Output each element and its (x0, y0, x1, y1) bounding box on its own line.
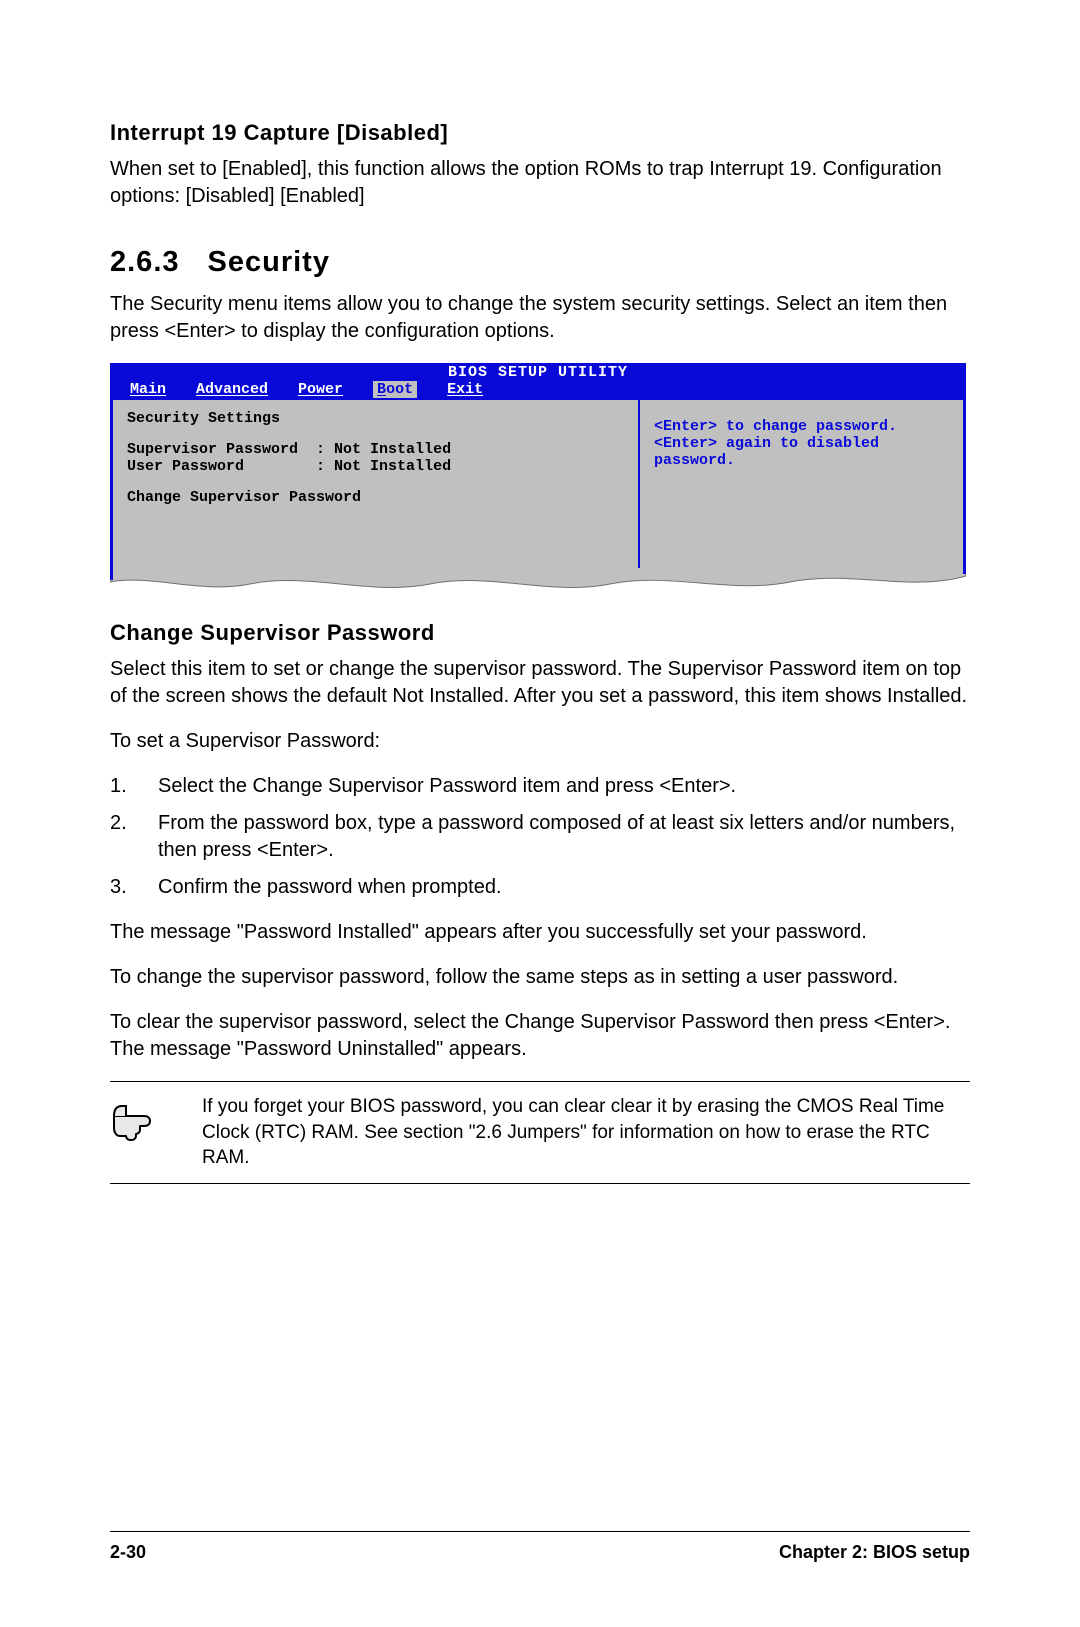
interrupt-heading: Interrupt 19 Capture [Disabled] (110, 120, 970, 146)
section-heading: 2.6.3 Security (110, 246, 970, 279)
page-number: 2-30 (110, 1542, 146, 1563)
note-callout: If you forget your BIOS password, you ca… (110, 1081, 970, 1184)
change-pw-p3: The message "Password Installed" appears… (110, 919, 970, 946)
bios-tab-boot: Boot (373, 381, 417, 398)
bios-screenshot: BIOS SETUP UTILITY Main Advanced Power B… (110, 363, 966, 568)
change-pw-p1: Select this item to set or change the su… (110, 656, 970, 710)
change-pw-p4: To change the supervisor password, follo… (110, 964, 970, 991)
bios-tab-main: Main (130, 381, 166, 398)
section-number: 2.6.3 (110, 246, 180, 279)
steps-list: 1.Select the Change Supervisor Password … (110, 773, 970, 901)
chapter-label: Chapter 2: BIOS setup (779, 1542, 970, 1563)
change-pw-heading: Change Supervisor Password (110, 620, 970, 646)
bios-tab-power: Power (298, 381, 343, 398)
bios-title: BIOS SETUP UTILITY (110, 363, 966, 381)
bios-panel-title: Security Settings (127, 410, 624, 427)
change-pw-p5: To clear the supervisor password, select… (110, 1009, 970, 1063)
step-1: 1.Select the Change Supervisor Password … (110, 773, 970, 800)
step-3: 3.Confirm the password when prompted. (110, 874, 970, 901)
note-text: If you forget your BIOS password, you ca… (202, 1094, 970, 1171)
interrupt-body: When set to [Enabled], this function all… (110, 156, 970, 210)
bios-tab-exit: Exit (447, 381, 483, 398)
hand-pointing-icon (110, 1094, 180, 1151)
bios-row-user: User Password : Not Installed (127, 458, 624, 475)
bios-action-change-supervisor: Change Supervisor Password (127, 489, 624, 506)
section-title: Security (208, 246, 330, 278)
page-footer: 2-30 Chapter 2: BIOS setup (110, 1531, 970, 1563)
bios-tabs: Main Advanced Power Boot Exit (110, 381, 966, 400)
bios-row-supervisor: Supervisor Password : Not Installed (127, 441, 624, 458)
section-intro: The Security menu items allow you to cha… (110, 291, 970, 345)
bios-help-text: <Enter> to change password. <Enter> agai… (640, 400, 963, 568)
step-2: 2.From the password box, type a password… (110, 810, 970, 864)
change-pw-p2: To set a Supervisor Password: (110, 728, 970, 755)
bios-tab-advanced: Advanced (196, 381, 268, 398)
torn-edge-graphic (110, 566, 966, 598)
